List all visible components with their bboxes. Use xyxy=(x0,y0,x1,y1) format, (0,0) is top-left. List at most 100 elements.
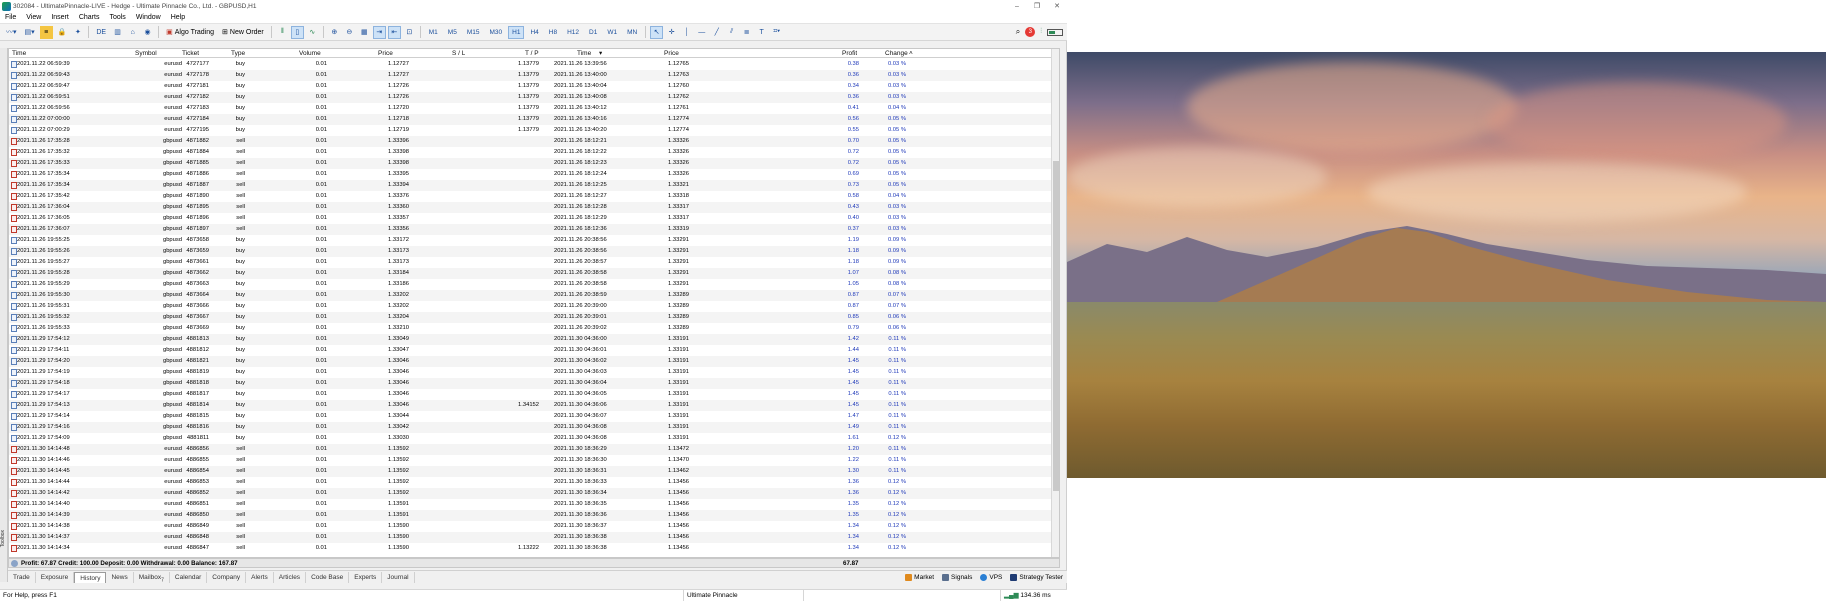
table-row[interactable]: 2021.11.29 17:54:16 gbpusd 4881816 buy 0.01 1… xyxy=(9,422,1051,433)
menu-insert[interactable]: Insert xyxy=(46,14,74,21)
scrollbar-thumb[interactable] xyxy=(1053,161,1059,491)
table-row[interactable]: 2021.11.30 14:14:48 eurusd 4886856 sell 0.01… xyxy=(9,444,1051,455)
menu-file[interactable]: File xyxy=(0,14,21,21)
fibonacci-icon[interactable]: ≣ xyxy=(740,26,753,39)
column-type[interactable]: Type xyxy=(231,49,245,58)
trendline-icon[interactable]: ╱ xyxy=(710,26,723,39)
timeframe-m15[interactable]: M15 xyxy=(463,26,484,39)
table-row[interactable]: 2021.11.22 06:59:39 eurusd 4727177 buy 0.01 1… xyxy=(9,59,1051,70)
tab-calendar[interactable]: Calendar xyxy=(170,571,208,583)
market-watch-icon[interactable]: ≡ xyxy=(39,25,53,39)
table-row[interactable]: 2021.11.26 19:55:30 gbpusd 4873664 buy 0.01 1… xyxy=(9,290,1051,301)
table-row[interactable]: 2021.11.29 17:54:12 gbpusd 4881813 buy 0.01 1… xyxy=(9,334,1051,345)
bar-chart-icon[interactable]: ⫴ xyxy=(276,26,289,39)
tab-mailbox[interactable]: Mailbox7 xyxy=(134,571,170,583)
table-row[interactable]: 2021.11.26 19:55:26 gbpusd 4873659 buy 0.01 1… xyxy=(9,246,1051,257)
timeframe-m1[interactable]: M1 xyxy=(425,26,442,39)
table-row[interactable]: 2021.11.26 19:55:28 gbpusd 4873662 buy 0.01 1… xyxy=(9,268,1051,279)
column-change[interactable]: Change xyxy=(885,49,908,58)
tab-company[interactable]: Company xyxy=(207,571,247,583)
table-row[interactable]: 2021.11.30 14:14:37 eurusd 4886848 sell 0.01… xyxy=(9,532,1051,543)
table-row[interactable]: 2021.11.26 17:35:34 gbpusd 4871886 sell 0.01… xyxy=(9,169,1051,180)
column-ticket[interactable]: Ticket xyxy=(182,49,199,58)
vps-icon[interactable]: ◉ xyxy=(141,26,154,39)
table-row[interactable]: 2021.11.29 17:54:11 gbpusd 4881812 buy 0.01 1… xyxy=(9,345,1051,356)
column-tp[interactable]: T / P xyxy=(525,49,539,58)
table-row[interactable]: 2021.11.29 17:54:18 gbpusd 4881818 buy 0.01 1… xyxy=(9,378,1051,389)
channel-icon[interactable]: ⫽ xyxy=(725,26,738,39)
table-row[interactable]: 2021.11.26 17:36:04 gbpusd 4871895 sell 0.01… xyxy=(9,202,1051,213)
table-row[interactable]: 2021.11.26 19:55:31 gbpusd 4873666 buy 0.01 1… xyxy=(9,301,1051,312)
tab-articles[interactable]: Articles xyxy=(274,571,307,583)
metaeditor-icon[interactable]: ⌂ xyxy=(126,26,139,39)
menu-window[interactable]: Window xyxy=(131,14,166,21)
timeframe-mn[interactable]: MN xyxy=(623,26,641,39)
vertical-scrollbar[interactable] xyxy=(1051,49,1059,557)
tab-alerts[interactable]: Alerts xyxy=(246,571,274,583)
search-icon[interactable]: ⌕ xyxy=(1016,27,1020,37)
chart-type-icon[interactable]: 〰▾ xyxy=(3,26,20,39)
timeframe-d1[interactable]: D1 xyxy=(585,26,601,39)
indicators-icon[interactable]: ⊡ xyxy=(403,26,416,39)
table-row[interactable]: 2021.11.30 14:14:34 eurusd 4886847 sell 0.01… xyxy=(9,543,1051,554)
table-row[interactable]: 2021.11.26 17:35:28 gbpusd 4871882 sell 0.01… xyxy=(9,136,1051,147)
strategy-tester-icon[interactable]: ▥ xyxy=(111,26,124,39)
new-order-button[interactable]: ⊞ New Order xyxy=(219,26,267,39)
menu-tools[interactable]: Tools xyxy=(104,14,130,21)
table-row[interactable]: 2021.11.30 14:14:38 eurusd 4886849 sell 0.01… xyxy=(9,521,1051,532)
minimize-icon[interactable]: – xyxy=(1007,3,1027,10)
maximize-icon[interactable]: ❐ xyxy=(1027,2,1047,10)
table-row[interactable]: 2021.11.22 06:59:51 eurusd 4727182 buy 0.01 1… xyxy=(9,92,1051,103)
table-row[interactable]: 2021.11.29 17:54:13 gbpusd 4881814 buy 0.01 1… xyxy=(9,400,1051,411)
timeframe-m30[interactable]: M30 xyxy=(485,26,506,39)
data-window-icon[interactable]: DE xyxy=(93,26,109,39)
algo-trading-button[interactable]: ▣ Algo Trading xyxy=(163,26,217,39)
vertical-line-icon[interactable]: │ xyxy=(680,26,693,39)
table-row[interactable]: 2021.11.29 17:54:17 gbpusd 4881817 buy 0.01 1… xyxy=(9,389,1051,400)
column-volume[interactable]: Volume xyxy=(299,49,321,58)
vps-button[interactable]: VPS xyxy=(976,573,1006,581)
menu-help[interactable]: Help xyxy=(166,14,190,21)
table-row[interactable]: 2021.11.29 17:54:19 gbpusd 4881819 buy 0.01 1… xyxy=(9,367,1051,378)
timeframe-m5[interactable]: M5 xyxy=(444,26,461,39)
table-row[interactable]: 2021.11.26 17:36:07 gbpusd 4871897 sell 0.01… xyxy=(9,224,1051,235)
tab-history[interactable]: History xyxy=(74,571,107,583)
signals-button[interactable]: Signals xyxy=(938,573,976,581)
timeframe-w1[interactable]: W1 xyxy=(603,26,621,39)
toolbox-strip[interactable]: Toolbox xyxy=(0,48,8,582)
column-profit[interactable]: Profit xyxy=(842,49,857,58)
autoscroll-icon[interactable]: ⇥ xyxy=(372,25,386,39)
table-row[interactable]: 2021.11.26 17:35:34 gbpusd 4871887 sell 0.01… xyxy=(9,180,1051,191)
column-price-close[interactable]: Price xyxy=(664,49,679,58)
column-symbol[interactable]: Symbol xyxy=(135,49,157,58)
timeframe-h1[interactable]: H1 xyxy=(508,25,525,39)
text-tool-icon[interactable]: T xyxy=(755,26,768,39)
timeframe-h4[interactable]: H4 xyxy=(526,26,542,39)
table-row[interactable]: 2021.11.26 17:35:32 gbpusd 4871884 sell 0.01… xyxy=(9,147,1051,158)
chart-shift-icon[interactable]: ⇤ xyxy=(387,25,401,39)
table-row[interactable]: 2021.11.30 14:14:45 eurusd 4886854 sell 0.01… xyxy=(9,466,1051,477)
table-row[interactable]: 2021.11.26 19:55:33 gbpusd 4873669 buy 0.01 1… xyxy=(9,323,1051,334)
lock-icon[interactable]: 🔒 xyxy=(55,26,70,39)
shapes-icon[interactable]: ⌗▾ xyxy=(770,26,783,39)
column-time-close[interactable]: Time xyxy=(577,49,591,58)
tab-code-base[interactable]: Code Base xyxy=(306,571,350,583)
table-row[interactable]: 2021.11.30 14:14:44 eurusd 4886853 sell 0.01… xyxy=(9,477,1051,488)
table-row[interactable]: 2021.11.30 14:14:39 eurusd 4886850 sell 0.01… xyxy=(9,510,1051,521)
table-row[interactable]: 2021.11.22 07:00:00 eurusd 4727184 buy 0.01 1… xyxy=(9,114,1051,125)
cursor-icon[interactable]: ↖ xyxy=(650,25,664,39)
table-row[interactable]: 2021.11.26 17:35:33 gbpusd 4871885 sell 0.01… xyxy=(9,158,1051,169)
table-row[interactable]: 2021.11.22 07:00:29 eurusd 4727195 buy 0.01 1… xyxy=(9,125,1051,136)
profiles-icon[interactable]: ▤▾ xyxy=(22,26,38,39)
navigator-icon[interactable]: ✦ xyxy=(71,26,84,39)
market-button[interactable]: Market xyxy=(901,573,938,581)
horizontal-line-icon[interactable]: — xyxy=(695,26,708,39)
table-row[interactable]: 2021.11.26 19:55:29 gbpusd 4873663 buy 0.01 1… xyxy=(9,279,1051,290)
menu-view[interactable]: View xyxy=(21,14,46,21)
menu-charts[interactable]: Charts xyxy=(74,14,105,21)
scroll-up-icon[interactable]: ˄ xyxy=(909,49,913,58)
close-icon[interactable]: ✕ xyxy=(1047,2,1067,10)
zoom-out-icon[interactable]: ⊖ xyxy=(343,26,356,39)
tab-journal[interactable]: Journal xyxy=(382,571,415,583)
tab-news[interactable]: News xyxy=(106,571,134,583)
